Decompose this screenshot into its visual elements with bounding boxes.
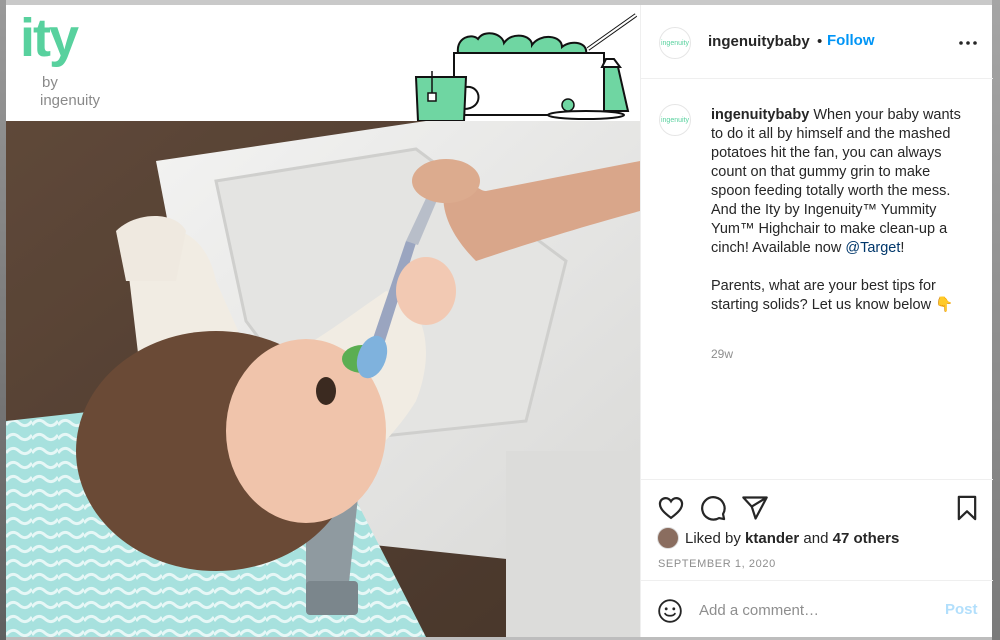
action-section: Liked by ktander and 47 others SEPTEMBER…: [641, 479, 993, 637]
caption-text: When your baby wants to do it all by him…: [711, 107, 961, 256]
post-comment-button[interactable]: Post: [945, 601, 978, 618]
comment-input[interactable]: [699, 599, 929, 621]
logo-by-text: by: [42, 74, 58, 91]
likes-summary[interactable]: Liked by ktander and 47 others: [657, 526, 899, 550]
caption-time-ago[interactable]: 29w: [711, 347, 733, 361]
caption-text-end: !: [900, 240, 905, 256]
more-horizontal-icon[interactable]: [956, 31, 980, 55]
avatar-text: ingenuity: [660, 116, 690, 124]
likes-middle: and: [799, 529, 833, 547]
comment-icon[interactable]: [699, 494, 727, 522]
likes-others[interactable]: 47 others: [833, 530, 900, 547]
mention-link[interactable]: @Target: [845, 240, 900, 256]
likes-prefix: Liked by: [685, 529, 746, 547]
caption-avatar[interactable]: ingenuity: [659, 104, 691, 136]
post-caption: ingenuitybaby When your baby wants to do…: [711, 106, 973, 315]
likes-text: Liked by ktander and 47 others: [685, 530, 899, 547]
separator-dot: •: [817, 33, 823, 50]
comment-bar: Post: [641, 580, 993, 638]
smiley-icon[interactable]: [657, 598, 683, 624]
heart-icon[interactable]: [657, 494, 685, 522]
follow-button[interactable]: Follow: [827, 32, 875, 49]
caption-paragraph-2: Parents, what are your best tips for sta…: [711, 278, 954, 313]
liker-avatar[interactable]: [657, 527, 679, 549]
post-header: ingenuity ingenuitybaby • Follow: [641, 5, 993, 79]
brand-banner: ity by ingenuity: [6, 5, 640, 121]
send-icon[interactable]: [741, 494, 769, 522]
logo-ingenuity-text: ingenuity: [40, 92, 101, 109]
breakfast-illustration: [414, 13, 638, 121]
username-link[interactable]: ingenuitybaby: [708, 33, 810, 50]
caption-username[interactable]: ingenuitybaby: [711, 107, 809, 123]
window-right-edge: [992, 0, 1000, 640]
avatar-text: ingenuity: [660, 39, 690, 47]
post-image[interactable]: ity by ingenuity: [6, 5, 640, 637]
baby-highchair-photo: [6, 121, 640, 637]
logo-ity-text: ity: [20, 8, 79, 68]
ity-logo: ity by ingenuity: [20, 11, 101, 115]
bookmark-icon[interactable]: [953, 494, 981, 522]
liker-username[interactable]: ktander: [745, 530, 799, 547]
post-date[interactable]: SEPTEMBER 1, 2020: [658, 558, 776, 570]
post-details-panel: ingenuity ingenuitybaby • Follow ingenui…: [640, 5, 993, 637]
profile-avatar[interactable]: ingenuity: [659, 27, 691, 59]
